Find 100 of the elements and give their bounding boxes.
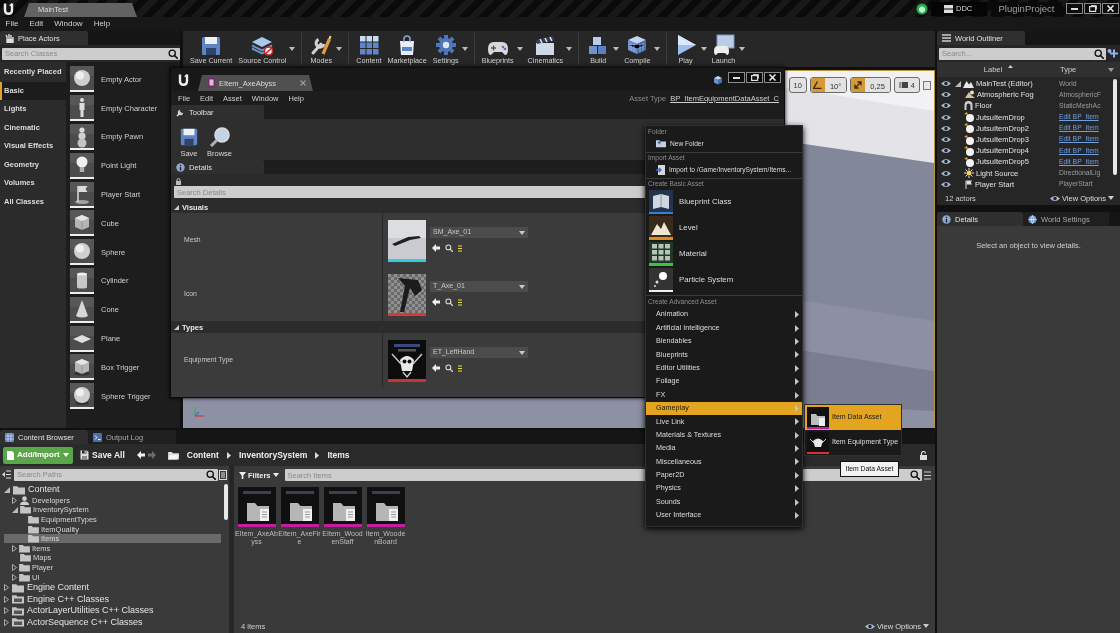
breadcrumb[interactable]: InventorySystem xyxy=(234,449,312,461)
search-icon[interactable] xyxy=(445,364,453,372)
eye-icon[interactable] xyxy=(941,169,951,177)
rotation-snap-toggle[interactable] xyxy=(810,78,825,92)
scrollbar[interactable] xyxy=(224,484,228,520)
folder-item[interactable]: Content xyxy=(4,484,221,496)
collapsed-arrow-icon[interactable] xyxy=(12,544,17,552)
dropdown-arrow-icon[interactable] xyxy=(519,284,525,289)
folder-item[interactable]: Engine C++ Classes xyxy=(4,593,221,605)
eye-icon[interactable] xyxy=(941,136,951,144)
dropdown-arrow-icon[interactable] xyxy=(336,47,343,51)
plus-icon[interactable] xyxy=(1107,48,1118,59)
minimize-icon xyxy=(1071,7,1078,10)
expanded-arrow-icon[interactable] xyxy=(12,506,18,513)
folder-thumbnail[interactable] xyxy=(323,487,362,527)
folder-thumbnail[interactable] xyxy=(280,487,319,527)
dropdown-arrow-icon[interactable] xyxy=(653,47,660,51)
eye-icon[interactable] xyxy=(941,124,951,132)
collapsed-arrow-icon[interactable] xyxy=(4,584,9,592)
restore-button[interactable] xyxy=(1084,3,1101,14)
expanded-arrow-icon[interactable] xyxy=(4,486,10,493)
collapsed-arrow-icon[interactable] xyxy=(4,607,9,615)
particles-icon xyxy=(649,268,673,292)
chevron-icon[interactable] xyxy=(226,451,231,459)
figure-icon xyxy=(70,95,94,122)
bars-icon[interactable] xyxy=(458,298,462,306)
arrow-left-icon[interactable] xyxy=(136,451,145,459)
scale-snap-toggle[interactable] xyxy=(851,78,866,92)
menu-item[interactable]: File xyxy=(0,19,24,29)
eye-icon[interactable] xyxy=(941,180,951,188)
expanded-arrow-icon[interactable] xyxy=(174,204,179,210)
arrow-left-icon[interactable] xyxy=(432,298,440,306)
dropdown-arrow-icon[interactable] xyxy=(566,47,573,51)
menu-item[interactable]: Edit xyxy=(23,19,49,29)
breadcrumb[interactable]: Content xyxy=(182,449,223,461)
info-icon xyxy=(942,214,951,224)
lock-icon[interactable] xyxy=(920,450,927,460)
close-button[interactable] xyxy=(764,72,781,83)
lock-icon[interactable] xyxy=(176,177,181,185)
restore-button[interactable] xyxy=(746,72,763,83)
bars-icon[interactable] xyxy=(458,364,462,372)
save-all-button[interactable]: Save All xyxy=(77,449,133,461)
eye-icon[interactable] xyxy=(941,158,951,166)
collapsed-arrow-icon[interactable] xyxy=(4,595,9,603)
dropdown-arrow-icon[interactable] xyxy=(272,473,279,477)
collapse-panel-icon[interactable] xyxy=(2,470,11,479)
dropdown-arrow-icon[interactable] xyxy=(519,350,525,355)
dropdown-arrow-icon[interactable] xyxy=(461,47,468,51)
eye-icon[interactable] xyxy=(941,102,951,110)
dropdown-arrow-icon[interactable] xyxy=(516,47,523,51)
folder-icon xyxy=(13,484,25,495)
collapsed-arrow-icon[interactable] xyxy=(12,563,17,571)
axe-texture-thumbnail xyxy=(388,274,426,316)
arrow-left-icon[interactable] xyxy=(432,364,440,372)
sort-arrow-icon[interactable] xyxy=(1008,65,1014,68)
skull-thumbnail xyxy=(388,340,426,382)
search-icon[interactable] xyxy=(445,244,453,252)
eye-icon[interactable] xyxy=(941,91,951,99)
axis-gizmo-icon xyxy=(192,405,206,419)
dropdown-arrow-icon[interactable] xyxy=(519,230,525,235)
eye-icon[interactable] xyxy=(941,113,951,121)
dropdown-arrow-icon[interactable] xyxy=(738,47,745,51)
dropdown-arrow-icon[interactable] xyxy=(289,47,296,51)
folder-item[interactable]: ActorSequence C++ Classes xyxy=(4,616,221,628)
collapsed-arrow-icon[interactable] xyxy=(12,573,17,581)
close-icon[interactable] xyxy=(300,80,306,86)
collapsed-arrow-icon[interactable] xyxy=(4,618,9,626)
arrow-left-icon[interactable] xyxy=(432,244,440,252)
eye-icon[interactable] xyxy=(864,622,875,630)
eye-icon[interactable] xyxy=(941,147,951,155)
dropdown-arrow-icon[interactable] xyxy=(1108,196,1114,200)
collapsed-arrow-icon[interactable] xyxy=(12,496,17,504)
bars-icon[interactable] xyxy=(458,244,462,252)
folder-item[interactable]: ActorLayerUtilities C++ Classes xyxy=(4,604,221,617)
menu-item[interactable]: Help xyxy=(88,19,116,29)
folder-item[interactable]: Engine Content xyxy=(4,581,221,594)
list-icon[interactable] xyxy=(219,469,227,480)
minimize-button[interactable] xyxy=(1066,3,1083,14)
dropdown-arrow-icon[interactable] xyxy=(923,624,929,628)
search-icon[interactable] xyxy=(445,298,453,306)
folder-thumbnail[interactable] xyxy=(366,487,405,527)
plane-icon xyxy=(70,325,94,352)
dropdown-arrow-icon[interactable] xyxy=(1108,67,1114,72)
menu-icon[interactable] xyxy=(924,470,931,480)
menu-item[interactable]: Window xyxy=(48,19,89,29)
minimize-button[interactable] xyxy=(728,72,745,83)
close-button[interactable] xyxy=(1102,3,1119,14)
breadcrumb[interactable]: Items xyxy=(323,449,354,461)
chevron-icon[interactable] xyxy=(315,451,320,459)
folder-open-icon[interactable] xyxy=(167,450,179,460)
eye-icon[interactable] xyxy=(1049,194,1060,202)
expanded-arrow-icon[interactable] xyxy=(955,80,961,87)
dropdown-arrow-icon[interactable] xyxy=(613,47,620,51)
folder-thumbnail[interactable] xyxy=(237,487,276,527)
eye-icon[interactable] xyxy=(941,80,951,88)
expanded-arrow-icon[interactable] xyxy=(174,324,179,330)
cube-icon[interactable] xyxy=(713,74,723,85)
maximize-icon[interactable] xyxy=(923,80,931,90)
dropdown-arrow-icon[interactable] xyxy=(700,47,707,51)
scrollbar[interactable] xyxy=(1113,79,1117,175)
